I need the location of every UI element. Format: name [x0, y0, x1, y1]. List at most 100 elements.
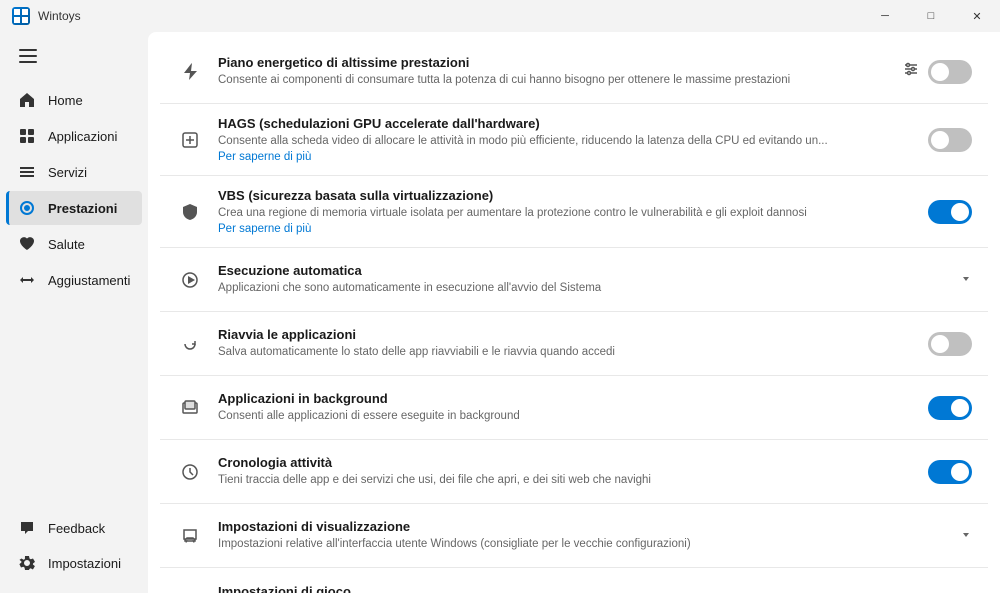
sidebar-item-prestazioni-label: Prestazioni — [48, 201, 117, 216]
sidebar-item-aggiustamenti-label: Aggiustamenti — [48, 273, 130, 288]
piano-energetico-text: Piano energetico di altissime prestazion… — [218, 55, 888, 88]
setting-item-hags: HAGS (schedulazioni GPU accelerate dall'… — [160, 104, 988, 176]
servizi-icon — [18, 163, 36, 181]
esecuzione-automatica-icon — [176, 266, 204, 294]
impostazioni-gioco-icon — [176, 586, 204, 593]
vbs-link[interactable]: Per saperne di più — [218, 223, 914, 235]
hamburger-button[interactable] — [8, 38, 48, 74]
impostazioni-visualizzazione-chevron-icon[interactable] — [960, 528, 972, 544]
applicazioni-background-text: Applicazioni in background Consenti alle … — [218, 391, 914, 424]
salute-icon — [18, 235, 36, 253]
home-icon — [18, 91, 36, 109]
riavvia-applicazioni-toggle[interactable] — [928, 332, 972, 356]
titlebar: Wintoys ─ □ ✕ — [0, 0, 1000, 32]
hags-text: HAGS (schedulazioni GPU accelerate dall'… — [218, 116, 914, 163]
setting-item-esecuzione-automatica: Esecuzione automaticaApplicazioni che so… — [160, 248, 988, 312]
app-title: Wintoys — [38, 9, 81, 23]
applicazioni-background-controls — [928, 396, 972, 420]
impostazioni-gioco-text: Impostazioni di giocoImpostazioni relati… — [218, 584, 946, 593]
hamburger-icon — [19, 49, 37, 63]
vbs-controls — [928, 200, 972, 224]
content-area: Piano energetico di altissime prestazion… — [148, 32, 1000, 593]
impostazioni-gioco-title: Impostazioni di gioco — [218, 584, 946, 593]
applicazioni-background-toggle[interactable] — [928, 396, 972, 420]
hags-title: HAGS (schedulazioni GPU accelerate dall'… — [218, 116, 914, 131]
riavvia-applicazioni-icon — [176, 330, 204, 358]
sidebar-item-prestazioni[interactable]: Prestazioni — [6, 191, 142, 225]
esecuzione-automatica-text: Esecuzione automaticaApplicazioni che so… — [218, 263, 946, 296]
piano-energetico-title: Piano energetico di altissime prestazion… — [218, 55, 888, 70]
sidebar-item-aggiustamenti[interactable]: Aggiustamenti — [6, 263, 142, 297]
sidebar-item-salute[interactable]: Salute — [6, 227, 142, 261]
applicazioni-background-icon — [176, 394, 204, 422]
hags-controls — [928, 128, 972, 152]
hags-link[interactable]: Per saperne di più — [218, 151, 914, 163]
feedback-icon — [18, 519, 36, 537]
sidebar-item-home-label: Home — [48, 93, 83, 108]
sidebar-item-feedback-label: Feedback — [48, 521, 105, 536]
riavvia-applicazioni-desc: Salva automaticamente lo stato delle app… — [218, 344, 914, 360]
piano-energetico-tune-icon[interactable] — [902, 60, 920, 83]
esecuzione-automatica-chevron-icon[interactable] — [960, 272, 972, 288]
impostazioni-visualizzazione-desc: Impostazioni relative all'interfaccia ut… — [218, 536, 946, 552]
setting-item-applicazioni-background: Applicazioni in background Consenti alle … — [160, 376, 988, 440]
vbs-icon — [176, 198, 204, 226]
sidebar-item-salute-label: Salute — [48, 237, 85, 252]
sidebar-item-servizi[interactable]: Servizi — [6, 155, 142, 189]
cronologia-attivita-title: Cronologia attività — [218, 455, 914, 470]
impostazioni-icon — [18, 554, 36, 572]
sidebar-bottom: Feedback Impostazioni — [0, 510, 148, 589]
app-body: Home Applicazioni — [0, 32, 1000, 593]
esecuzione-automatica-desc: Applicazioni che sono automaticamente in… — [218, 280, 946, 296]
cronologia-attivita-desc: Tieni traccia delle app e dei servizi ch… — [218, 472, 914, 488]
prestazioni-icon — [18, 199, 36, 217]
piano-energetico-icon — [176, 58, 204, 86]
riavvia-applicazioni-text: Riavvia le applicazioni Salva automaticam… — [218, 327, 914, 360]
hags-icon — [176, 126, 204, 154]
setting-item-cronologia-attivita: Cronologia attività Tieni traccia delle a… — [160, 440, 988, 504]
piano-energetico-desc: Consente ai componenti di consumare tutt… — [218, 72, 888, 88]
setting-item-impostazioni-gioco: Impostazioni di giocoImpostazioni relati… — [160, 568, 988, 593]
sidebar-item-applicazioni-label: Applicazioni — [48, 129, 117, 144]
setting-item-impostazioni-visualizzazione: Impostazioni di visualizzazione Impostazi… — [160, 504, 988, 568]
vbs-text: VBS (sicurezza basata sulla virtualizzaz… — [218, 188, 914, 235]
riavvia-applicazioni-controls — [928, 332, 972, 356]
esecuzione-automatica-controls — [960, 272, 972, 288]
cronologia-attivita-text: Cronologia attività Tieni traccia delle a… — [218, 455, 914, 488]
impostazioni-visualizzazione-text: Impostazioni di visualizzazione Impostazi… — [218, 519, 946, 552]
sidebar-item-servizi-label: Servizi — [48, 165, 87, 180]
applicazioni-background-title: Applicazioni in background — [218, 391, 914, 406]
impostazioni-visualizzazione-title: Impostazioni di visualizzazione — [218, 519, 946, 534]
impostazioni-visualizzazione-icon — [176, 522, 204, 550]
sidebar: Home Applicazioni — [0, 32, 148, 593]
piano-energetico-toggle[interactable] — [928, 60, 972, 84]
hags-toggle[interactable] — [928, 128, 972, 152]
hags-desc: Consente alla scheda video di allocare l… — [218, 133, 914, 149]
sidebar-item-impostazioni[interactable]: Impostazioni — [6, 546, 142, 580]
titlebar-left: Wintoys — [12, 7, 81, 25]
riavvia-applicazioni-title: Riavvia le applicazioni — [218, 327, 914, 342]
cronologia-attivita-controls — [928, 460, 972, 484]
applicazioni-background-desc: Consenti alle applicazioni di essere ese… — [218, 408, 914, 424]
sidebar-item-home[interactable]: Home — [6, 83, 142, 117]
vbs-desc: Crea una regione di memoria virtuale iso… — [218, 205, 914, 221]
cronologia-attivita-toggle[interactable] — [928, 460, 972, 484]
sidebar-nav: Home Applicazioni — [0, 82, 148, 510]
window-controls: ─ □ ✕ — [862, 0, 1000, 32]
impostazioni-visualizzazione-controls — [960, 528, 972, 544]
sidebar-item-feedback[interactable]: Feedback — [6, 511, 142, 545]
setting-item-riavvia-applicazioni: Riavvia le applicazioni Salva automaticam… — [160, 312, 988, 376]
setting-item-vbs: VBS (sicurezza basata sulla virtualizzaz… — [160, 176, 988, 248]
applicazioni-icon — [18, 127, 36, 145]
sidebar-item-impostazioni-label: Impostazioni — [48, 556, 121, 571]
aggiustamenti-icon — [18, 271, 36, 289]
cronologia-attivita-icon — [176, 458, 204, 486]
setting-item-piano-energetico: Piano energetico di altissime prestazion… — [160, 40, 988, 104]
vbs-title: VBS (sicurezza basata sulla virtualizzaz… — [218, 188, 914, 203]
sidebar-item-applicazioni[interactable]: Applicazioni — [6, 119, 142, 153]
close-button[interactable]: ✕ — [954, 0, 1000, 32]
minimize-button[interactable]: ─ — [862, 0, 908, 32]
vbs-toggle[interactable] — [928, 200, 972, 224]
maximize-button[interactable]: □ — [908, 0, 954, 32]
piano-energetico-controls — [902, 60, 972, 84]
